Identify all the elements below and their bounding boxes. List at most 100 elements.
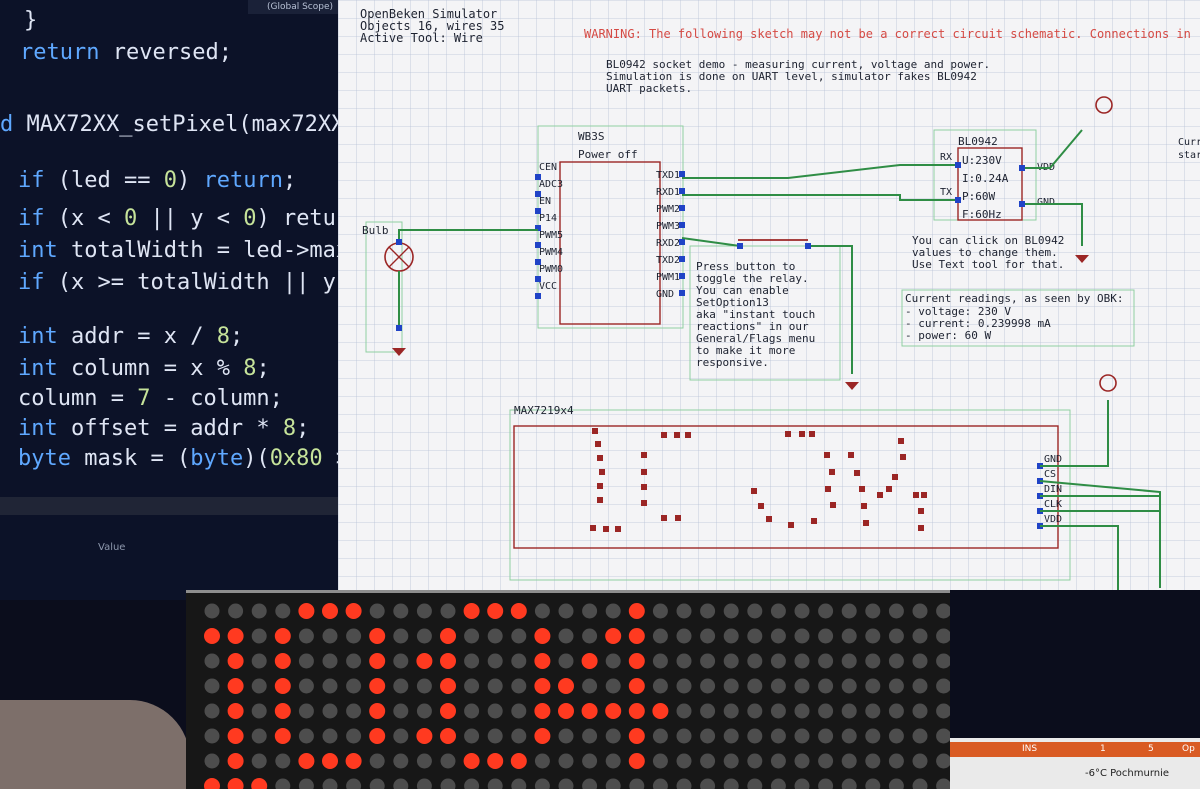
max7219-virtual-led (848, 452, 854, 458)
bl0942-value: F:60Hz (962, 208, 1002, 221)
led-off (487, 678, 503, 694)
led-on (605, 703, 622, 719)
led-off (865, 678, 881, 694)
led-on (510, 753, 527, 769)
wb3s-right-pin-dot[interactable] (679, 256, 685, 262)
led-on (251, 778, 268, 789)
wb3s-right-pin-dot[interactable] (679, 273, 685, 279)
max7219-virtual-led (854, 470, 860, 476)
led-off (841, 703, 857, 719)
max7219-virtual-led (859, 486, 865, 492)
led-off (534, 753, 550, 769)
max7219-virtual-led (788, 522, 794, 528)
led-on (558, 678, 574, 694)
max7219-virtual-led (824, 452, 830, 458)
led-on (440, 703, 456, 719)
led-off (865, 603, 881, 619)
max7219-virtual-led (921, 492, 927, 498)
led-on (322, 753, 338, 769)
wb3s-right-pin-dot[interactable] (679, 171, 685, 177)
led-off (700, 728, 716, 744)
led-off (723, 603, 739, 619)
led-off (440, 753, 456, 769)
led-off (700, 753, 716, 769)
max7219-virtual-led (599, 469, 605, 475)
led-on (204, 628, 220, 644)
bl-rx-dot[interactable] (955, 162, 961, 168)
led-off (511, 728, 527, 744)
bl-gnd-dot[interactable] (1019, 201, 1025, 207)
led-off (582, 628, 598, 644)
led-on (628, 653, 645, 669)
led-off (346, 728, 362, 744)
max7219-virtual-led (829, 469, 835, 475)
led-off (393, 703, 409, 719)
led-off (346, 653, 362, 669)
led-off (794, 728, 810, 744)
led-off (888, 728, 904, 744)
led-on (652, 703, 669, 719)
wb3s-left-pin: PWM4 (539, 247, 563, 258)
bl-tx-dot[interactable] (955, 197, 961, 203)
led-on (628, 753, 645, 769)
led-on (534, 728, 551, 744)
led-off (464, 653, 480, 669)
led-off (912, 653, 928, 669)
led-off (818, 628, 834, 644)
led-on (274, 728, 291, 744)
led-off (676, 728, 692, 744)
relay-left-dot[interactable] (737, 243, 743, 249)
global-scope-label: (Global Scope) (248, 0, 352, 14)
led-on (581, 653, 598, 669)
led-off (723, 728, 739, 744)
led-off (416, 778, 432, 789)
bulb-pin-bottom[interactable] (396, 325, 402, 331)
led-off (487, 778, 503, 789)
readings-title: Current readings, as seen by OBK: (905, 292, 1124, 305)
led-off (723, 703, 739, 719)
led-off (487, 703, 503, 719)
code-editor: (Global Scope) } return reversed; d MAX72X… (0, 0, 352, 600)
led-off (204, 603, 220, 619)
led-off (936, 728, 952, 744)
max7219-virtual-led (811, 518, 817, 524)
led-off (770, 603, 786, 619)
wb3s-right-pin-dot[interactable] (679, 239, 685, 245)
led-off (888, 703, 904, 719)
led-off (440, 778, 456, 789)
wb3s-left-pin: P14 (539, 213, 557, 224)
led-on (534, 653, 551, 669)
led-off (676, 653, 692, 669)
wb3s-right-pin: RXD2 (656, 238, 680, 249)
led-off (747, 778, 763, 789)
led-off (487, 728, 503, 744)
bl-vdd-dot[interactable] (1019, 165, 1025, 171)
led-off (605, 653, 621, 669)
relay-right-dot[interactable] (805, 243, 811, 249)
led-on (628, 603, 645, 619)
led-off (818, 728, 834, 744)
led-off (204, 653, 220, 669)
wb3s-left-pin: CEN (539, 162, 557, 173)
led-on (416, 728, 433, 744)
wb3s-right-pin-dot[interactable] (679, 205, 685, 211)
bulb-pin-top[interactable] (396, 239, 402, 245)
led-off (511, 628, 527, 644)
wb3s-left-pin: PWM0 (539, 264, 563, 275)
led-off (298, 653, 314, 669)
max7219-virtual-led (597, 483, 603, 489)
wb3s-right-pin-dot[interactable] (679, 188, 685, 194)
wb3s-left-pin-dot[interactable] (535, 293, 541, 299)
wb3s-right-pin-dot[interactable] (679, 290, 685, 296)
wb3s-right-pin: PWM2 (656, 204, 680, 215)
wb3s-left-pin: VCC (539, 281, 557, 292)
led-on (534, 678, 551, 694)
led-off (865, 753, 881, 769)
led-off (511, 678, 527, 694)
led-off (770, 628, 786, 644)
led-off (912, 753, 928, 769)
wb3s-right-pin-dot[interactable] (679, 222, 685, 228)
led-off (912, 678, 928, 694)
led-off (558, 778, 574, 789)
led-off (322, 778, 338, 789)
